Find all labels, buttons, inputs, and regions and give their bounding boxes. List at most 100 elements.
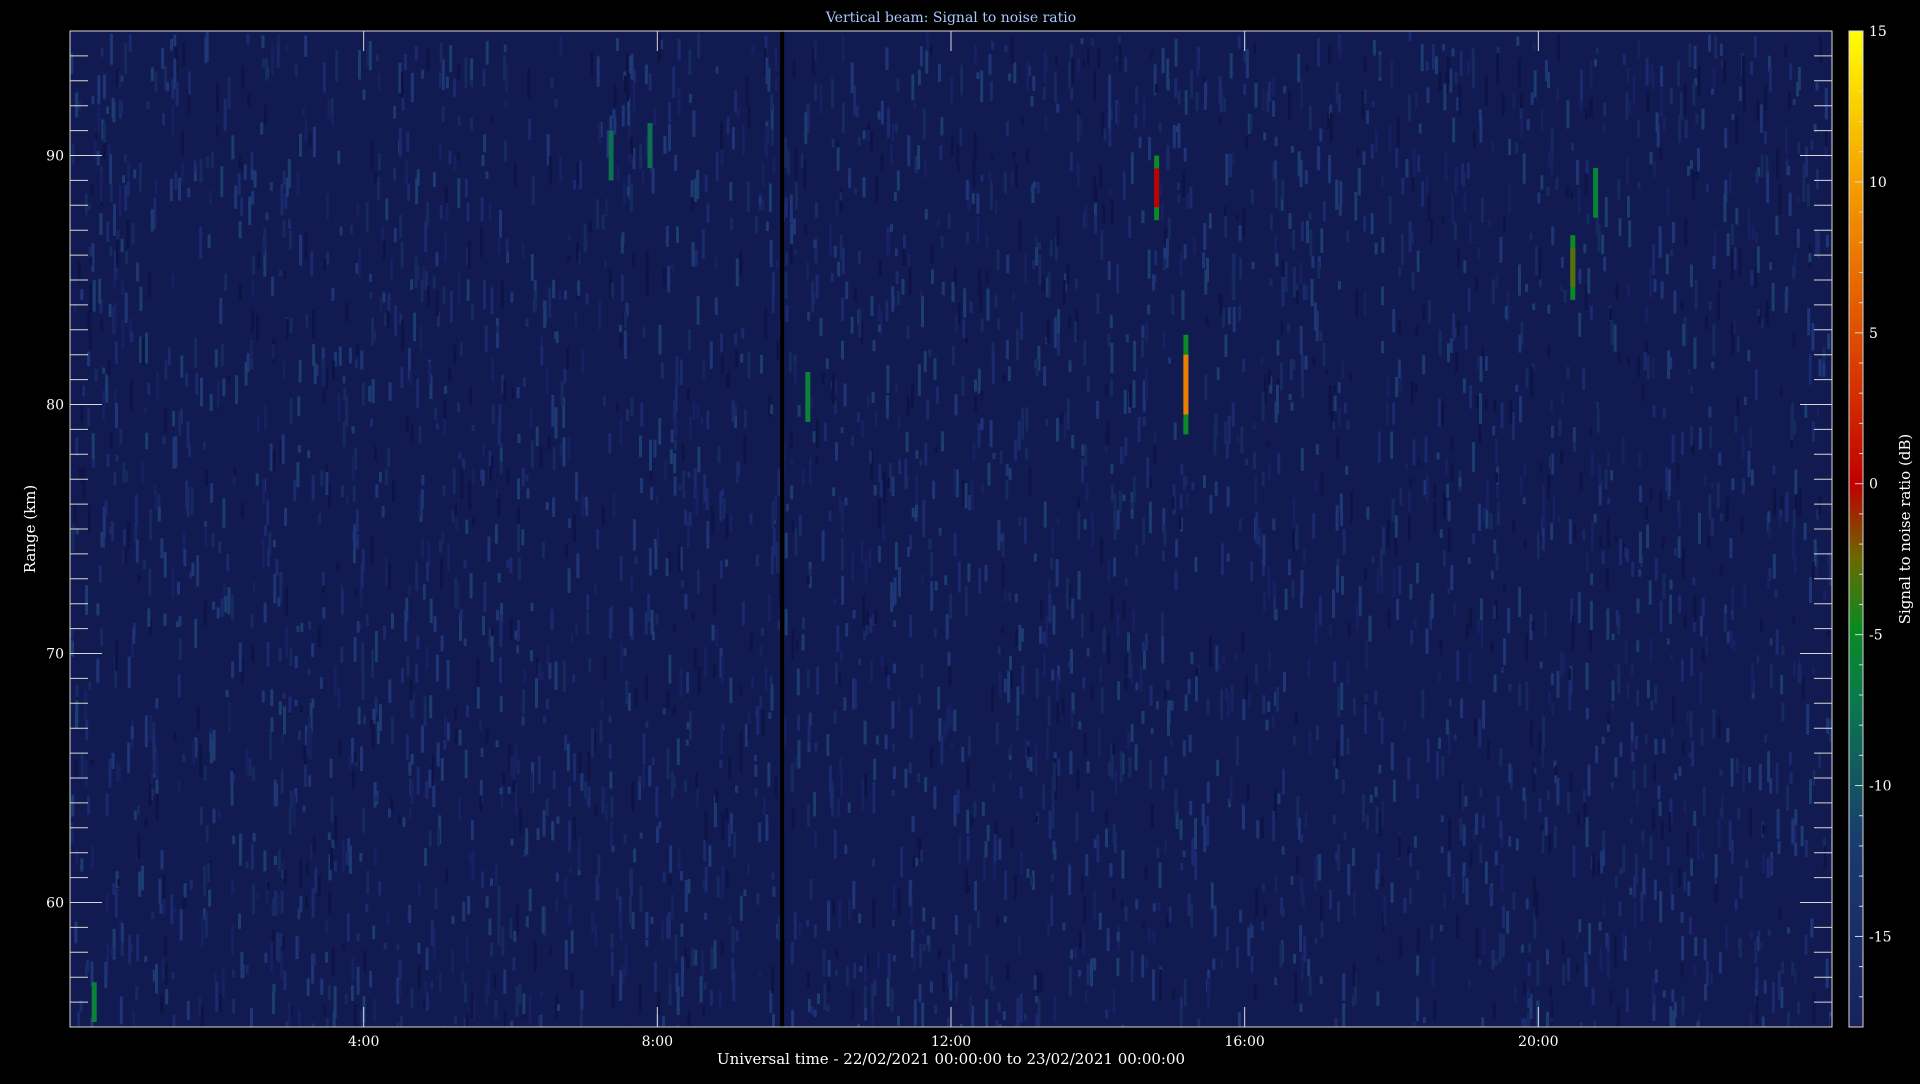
noise-streak	[342, 376, 346, 384]
noise-streak	[433, 616, 437, 632]
noise-streak	[598, 299, 602, 331]
noise-streak	[323, 258, 327, 270]
noise-streak	[621, 232, 625, 243]
noise-streak	[1415, 325, 1419, 336]
noise-streak	[1318, 853, 1322, 881]
noise-streak	[523, 669, 527, 683]
noise-streak	[790, 223, 794, 244]
noise-streak	[1293, 954, 1296, 964]
noise-streak	[465, 519, 469, 534]
noise-streak	[1466, 162, 1470, 179]
noise-streak	[1292, 359, 1296, 370]
noise-streak	[1710, 88, 1714, 95]
noise-streak	[548, 662, 552, 680]
noise-streak	[1459, 51, 1463, 76]
noise-streak	[1640, 892, 1644, 922]
noise-streak	[746, 181, 750, 213]
noise-streak	[106, 106, 109, 114]
noise-streak	[939, 145, 943, 160]
noise-streak	[684, 594, 688, 610]
noise-streak	[1827, 333, 1831, 349]
noise-streak	[840, 768, 844, 797]
noise-streak	[887, 953, 891, 978]
noise-streak	[1239, 257, 1243, 280]
noise-streak	[341, 840, 345, 872]
noise-streak	[1597, 223, 1601, 252]
noise-streak	[457, 402, 460, 413]
noise-streak	[1579, 472, 1583, 491]
noise-streak	[190, 487, 194, 516]
noise-streak	[325, 472, 329, 495]
noise-streak	[958, 834, 962, 865]
noise-streak	[677, 848, 681, 871]
noise-streak	[1008, 771, 1012, 781]
noise-streak	[892, 766, 896, 780]
noise-streak	[883, 471, 887, 504]
noise-streak	[735, 258, 739, 287]
noise-streak	[1218, 117, 1222, 126]
noise-streak	[1165, 913, 1169, 929]
noise-streak	[299, 858, 303, 888]
noise-streak	[91, 433, 95, 460]
noise-streak	[1440, 846, 1444, 853]
noise-streak	[1573, 523, 1577, 539]
noise-streak	[1163, 258, 1167, 271]
noise-streak	[1700, 727, 1704, 746]
noise-streak	[1392, 567, 1396, 598]
noise-streak	[627, 692, 631, 711]
noise-streak	[1047, 696, 1051, 726]
noise-streak	[248, 757, 252, 776]
noise-streak	[1212, 958, 1216, 970]
noise-streak	[1745, 859, 1749, 869]
noise-streak	[1561, 392, 1564, 404]
noise-streak	[1519, 476, 1523, 495]
noise-streak	[1628, 220, 1632, 248]
noise-streak	[383, 312, 387, 327]
noise-streak	[1107, 103, 1111, 129]
noise-streak	[1499, 747, 1503, 767]
noise-streak	[196, 706, 200, 730]
noise-streak	[445, 202, 449, 221]
noise-streak	[266, 881, 270, 891]
noise-streak	[922, 499, 926, 532]
noise-streak	[1824, 144, 1828, 160]
noise-streak	[1041, 276, 1045, 293]
noise-streak	[1189, 187, 1193, 209]
noise-streak	[251, 191, 255, 205]
noise-streak	[432, 275, 436, 289]
noise-streak	[91, 96, 95, 105]
noise-streak	[1102, 627, 1106, 653]
noise-streak	[534, 290, 538, 310]
noise-streak	[1812, 993, 1816, 1024]
noise-streak	[570, 930, 574, 954]
noise-streak	[694, 249, 698, 267]
noise-streak	[854, 188, 857, 195]
noise-streak	[1141, 954, 1145, 978]
noise-streak	[1194, 850, 1198, 881]
noise-streak	[668, 124, 671, 152]
noise-streak	[393, 167, 397, 181]
noise-streak	[1637, 356, 1641, 378]
noise-streak	[109, 183, 113, 203]
noise-streak	[284, 194, 288, 210]
noise-streak	[214, 349, 218, 368]
noise-streak	[734, 333, 738, 346]
noise-streak	[482, 442, 486, 457]
noise-streak	[952, 943, 956, 962]
noise-streak	[1300, 570, 1304, 595]
noise-streak	[550, 78, 554, 89]
noise-streak	[941, 431, 945, 452]
noise-streak	[253, 170, 257, 188]
noise-streak	[595, 1027, 598, 1056]
noise-streak	[425, 646, 429, 669]
noise-streak	[169, 178, 173, 202]
noise-streak	[319, 677, 323, 689]
noise-streak	[1414, 383, 1418, 394]
noise-streak	[1166, 79, 1170, 91]
noise-streak	[1325, 368, 1329, 375]
noise-streak	[1271, 715, 1275, 728]
noise-streak	[1421, 689, 1425, 719]
noise-streak	[1314, 480, 1318, 490]
noise-streak	[1232, 306, 1236, 332]
noise-streak	[1183, 147, 1187, 162]
